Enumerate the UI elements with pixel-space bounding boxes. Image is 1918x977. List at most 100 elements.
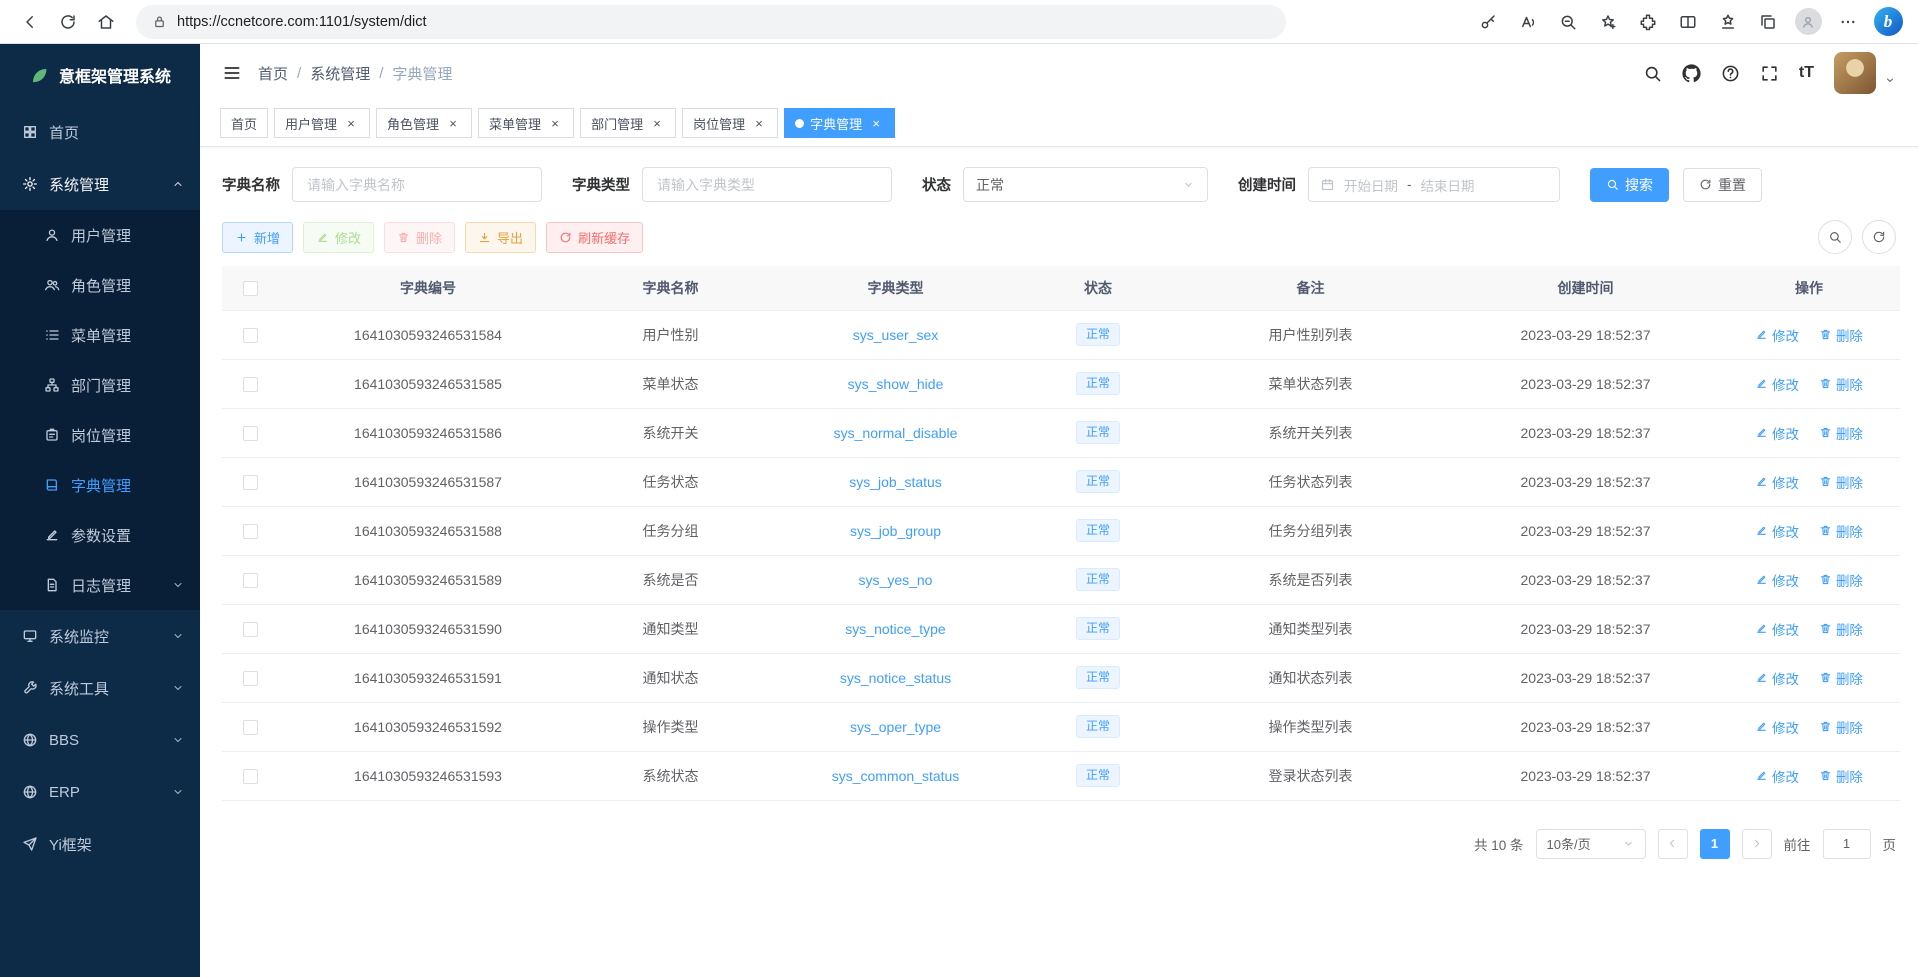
- dict-type-link[interactable]: sys_oper_type: [850, 719, 941, 735]
- browser-back-button[interactable]: [12, 4, 48, 40]
- row-delete-button[interactable]: 删除: [1819, 570, 1863, 590]
- browser-refresh-button[interactable]: [50, 4, 86, 40]
- row-edit-button[interactable]: 修改: [1755, 668, 1799, 688]
- dict-type-link[interactable]: sys_notice_type: [845, 621, 945, 637]
- page-size-select[interactable]: 10条/页: [1536, 829, 1646, 859]
- row-checkbox[interactable]: [243, 720, 258, 735]
- row-delete-button[interactable]: 删除: [1819, 521, 1863, 541]
- edit-button[interactable]: 修改: [303, 222, 374, 253]
- add-favorite-button[interactable]: [1590, 4, 1626, 40]
- tab-post-management[interactable]: 岗位管理×: [682, 108, 778, 138]
- row-edit-button[interactable]: 修改: [1755, 619, 1799, 639]
- sidebar-item-erp[interactable]: ERP: [0, 766, 200, 818]
- close-icon[interactable]: ×: [868, 115, 884, 131]
- row-checkbox[interactable]: [243, 671, 258, 686]
- tab-dept-management[interactable]: 部门管理×: [580, 108, 676, 138]
- row-edit-button[interactable]: 修改: [1755, 472, 1799, 492]
- row-delete-button[interactable]: 删除: [1819, 423, 1863, 443]
- goto-page-input[interactable]: [1823, 829, 1871, 859]
- row-checkbox[interactable]: [243, 426, 258, 441]
- dict-type-link[interactable]: sys_normal_disable: [834, 425, 958, 441]
- row-checkbox[interactable]: [243, 377, 258, 392]
- add-button[interactable]: 新增: [222, 222, 293, 253]
- status-select[interactable]: 正常: [963, 167, 1208, 202]
- sidebar-item-system-monitor[interactable]: 系统监控: [0, 610, 200, 662]
- help-icon[interactable]: [1721, 64, 1740, 83]
- sidebar-item-param-settings[interactable]: 参数设置: [0, 510, 200, 560]
- row-checkbox[interactable]: [243, 622, 258, 637]
- zoom-button[interactable]: [1550, 4, 1586, 40]
- refresh-table-button[interactable]: [1862, 220, 1896, 254]
- row-checkbox[interactable]: [243, 573, 258, 588]
- sidebar-item-yi-framework[interactable]: Yi框架: [0, 818, 200, 870]
- dict-type-link[interactable]: sys_job_group: [850, 523, 941, 539]
- tab-home[interactable]: 首页: [220, 108, 268, 138]
- sidebar-item-dept-management[interactable]: 部门管理: [0, 360, 200, 410]
- sidebar-toggle-button[interactable]: [222, 63, 242, 83]
- row-edit-button[interactable]: 修改: [1755, 521, 1799, 541]
- row-delete-button[interactable]: 删除: [1819, 374, 1863, 394]
- tab-user-management[interactable]: 用户管理×: [274, 108, 370, 138]
- split-screen-button[interactable]: [1670, 4, 1706, 40]
- fullscreen-button[interactable]: [1760, 64, 1779, 83]
- sidebar-item-post-management[interactable]: 岗位管理: [0, 410, 200, 460]
- collections-button[interactable]: [1750, 4, 1786, 40]
- search-button[interactable]: 搜索: [1590, 168, 1669, 202]
- row-edit-button[interactable]: 修改: [1755, 325, 1799, 345]
- row-checkbox[interactable]: [243, 524, 258, 539]
- prev-page-button[interactable]: [1658, 829, 1688, 859]
- row-delete-button[interactable]: 删除: [1819, 717, 1863, 737]
- next-page-button[interactable]: [1742, 829, 1772, 859]
- row-edit-button[interactable]: 修改: [1755, 374, 1799, 394]
- date-range-picker[interactable]: 开始日期 - 结束日期: [1308, 167, 1560, 202]
- dict-type-link[interactable]: sys_user_sex: [853, 327, 939, 343]
- github-icon[interactable]: [1682, 64, 1701, 83]
- row-delete-button[interactable]: 删除: [1819, 766, 1863, 786]
- row-checkbox[interactable]: [243, 769, 258, 784]
- sidebar-item-bbs[interactable]: BBS: [0, 714, 200, 766]
- row-edit-button[interactable]: 修改: [1755, 423, 1799, 443]
- row-delete-button[interactable]: 删除: [1819, 472, 1863, 492]
- favorites-button[interactable]: [1710, 4, 1746, 40]
- sidebar-item-dict-management[interactable]: 字典管理: [0, 460, 200, 510]
- breadcrumb-item-system[interactable]: 系统管理: [310, 63, 370, 84]
- sidebar-item-log-management[interactable]: 日志管理: [0, 560, 200, 610]
- browser-profile-button[interactable]: [1790, 4, 1826, 40]
- tab-menu-management[interactable]: 菜单管理×: [478, 108, 574, 138]
- close-icon[interactable]: ×: [751, 115, 767, 131]
- dict-type-link[interactable]: sys_show_hide: [848, 376, 944, 392]
- font-size-button[interactable]: tT: [1799, 64, 1814, 82]
- browser-address-bar[interactable]: https://ccnetcore.com:1101/system/dict: [136, 5, 1286, 39]
- dict-type-link[interactable]: sys_common_status: [832, 768, 960, 784]
- dict-type-link[interactable]: sys_job_status: [849, 474, 942, 490]
- close-icon[interactable]: ×: [343, 115, 359, 131]
- close-icon[interactable]: ×: [547, 115, 563, 131]
- user-avatar[interactable]: [1834, 52, 1876, 94]
- dict-name-input[interactable]: [292, 167, 542, 202]
- sidebar-item-role-management[interactable]: 角色管理: [0, 260, 200, 310]
- extensions-button[interactable]: [1630, 4, 1666, 40]
- row-edit-button[interactable]: 修改: [1755, 717, 1799, 737]
- sidebar-item-user-management[interactable]: 用户管理: [0, 210, 200, 260]
- row-delete-button[interactable]: 删除: [1819, 325, 1863, 345]
- browser-menu-button[interactable]: [1830, 4, 1866, 40]
- refresh-cache-button[interactable]: 刷新缓存: [546, 222, 643, 253]
- bing-chat-button[interactable]: b: [1870, 4, 1906, 40]
- breadcrumb-item-home[interactable]: 首页: [258, 63, 288, 84]
- tab-role-management[interactable]: 角色管理×: [376, 108, 472, 138]
- sidebar-item-home[interactable]: 首页: [0, 106, 200, 158]
- dict-type-link[interactable]: sys_notice_status: [840, 670, 951, 686]
- sidebar-item-system-management[interactable]: 系统管理: [0, 158, 200, 210]
- sidebar-item-menu-management[interactable]: 菜单管理: [0, 310, 200, 360]
- close-icon[interactable]: ×: [445, 115, 461, 131]
- sidebar-item-system-tools[interactable]: 系统工具: [0, 662, 200, 714]
- caret-down-icon[interactable]: [1884, 74, 1896, 86]
- select-all-checkbox[interactable]: [243, 281, 258, 296]
- delete-button[interactable]: 删除: [384, 222, 455, 253]
- row-delete-button[interactable]: 删除: [1819, 619, 1863, 639]
- export-button[interactable]: 导出: [465, 222, 536, 253]
- read-aloud-button[interactable]: [1510, 4, 1546, 40]
- browser-home-button[interactable]: [88, 4, 124, 40]
- row-checkbox[interactable]: [243, 328, 258, 343]
- row-edit-button[interactable]: 修改: [1755, 570, 1799, 590]
